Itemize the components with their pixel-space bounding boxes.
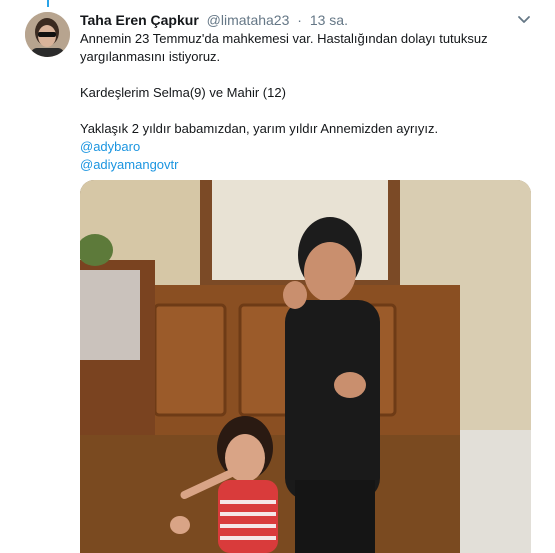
mention-link[interactable]: @adybaro	[80, 138, 490, 156]
thread-connector-line	[47, 0, 49, 7]
tweet-photo[interactable]	[80, 180, 531, 553]
author-name[interactable]: Taha Eren Çapkur	[80, 12, 199, 28]
chevron-down-icon[interactable]	[517, 12, 531, 26]
photo-image	[80, 180, 531, 553]
tweet-timestamp[interactable]: 13 sa.	[310, 12, 348, 28]
tweet-line-3: Yaklaşık 2 yıldır babamızdan, yarım yıld…	[80, 121, 439, 136]
avatar-image	[25, 12, 70, 57]
mention-link[interactable]: @adiyamangovtr	[80, 156, 490, 174]
tweet-line-2: Kardeşlerim Selma(9) ve Mahir (12)	[80, 85, 286, 100]
tweet-text: Annemin 23 Temmuz'da mahkemesi var. Hast…	[80, 30, 490, 174]
author-handle[interactable]: @limataha23	[207, 12, 290, 28]
avatar[interactable]	[25, 12, 70, 57]
tweet-header: Taha Eren Çapkur @limataha23 · 13 sa.	[80, 11, 348, 29]
tweet-line-1: Annemin 23 Temmuz'da mahkemesi var. Hast…	[80, 31, 488, 64]
separator-dot: ·	[297, 12, 302, 28]
